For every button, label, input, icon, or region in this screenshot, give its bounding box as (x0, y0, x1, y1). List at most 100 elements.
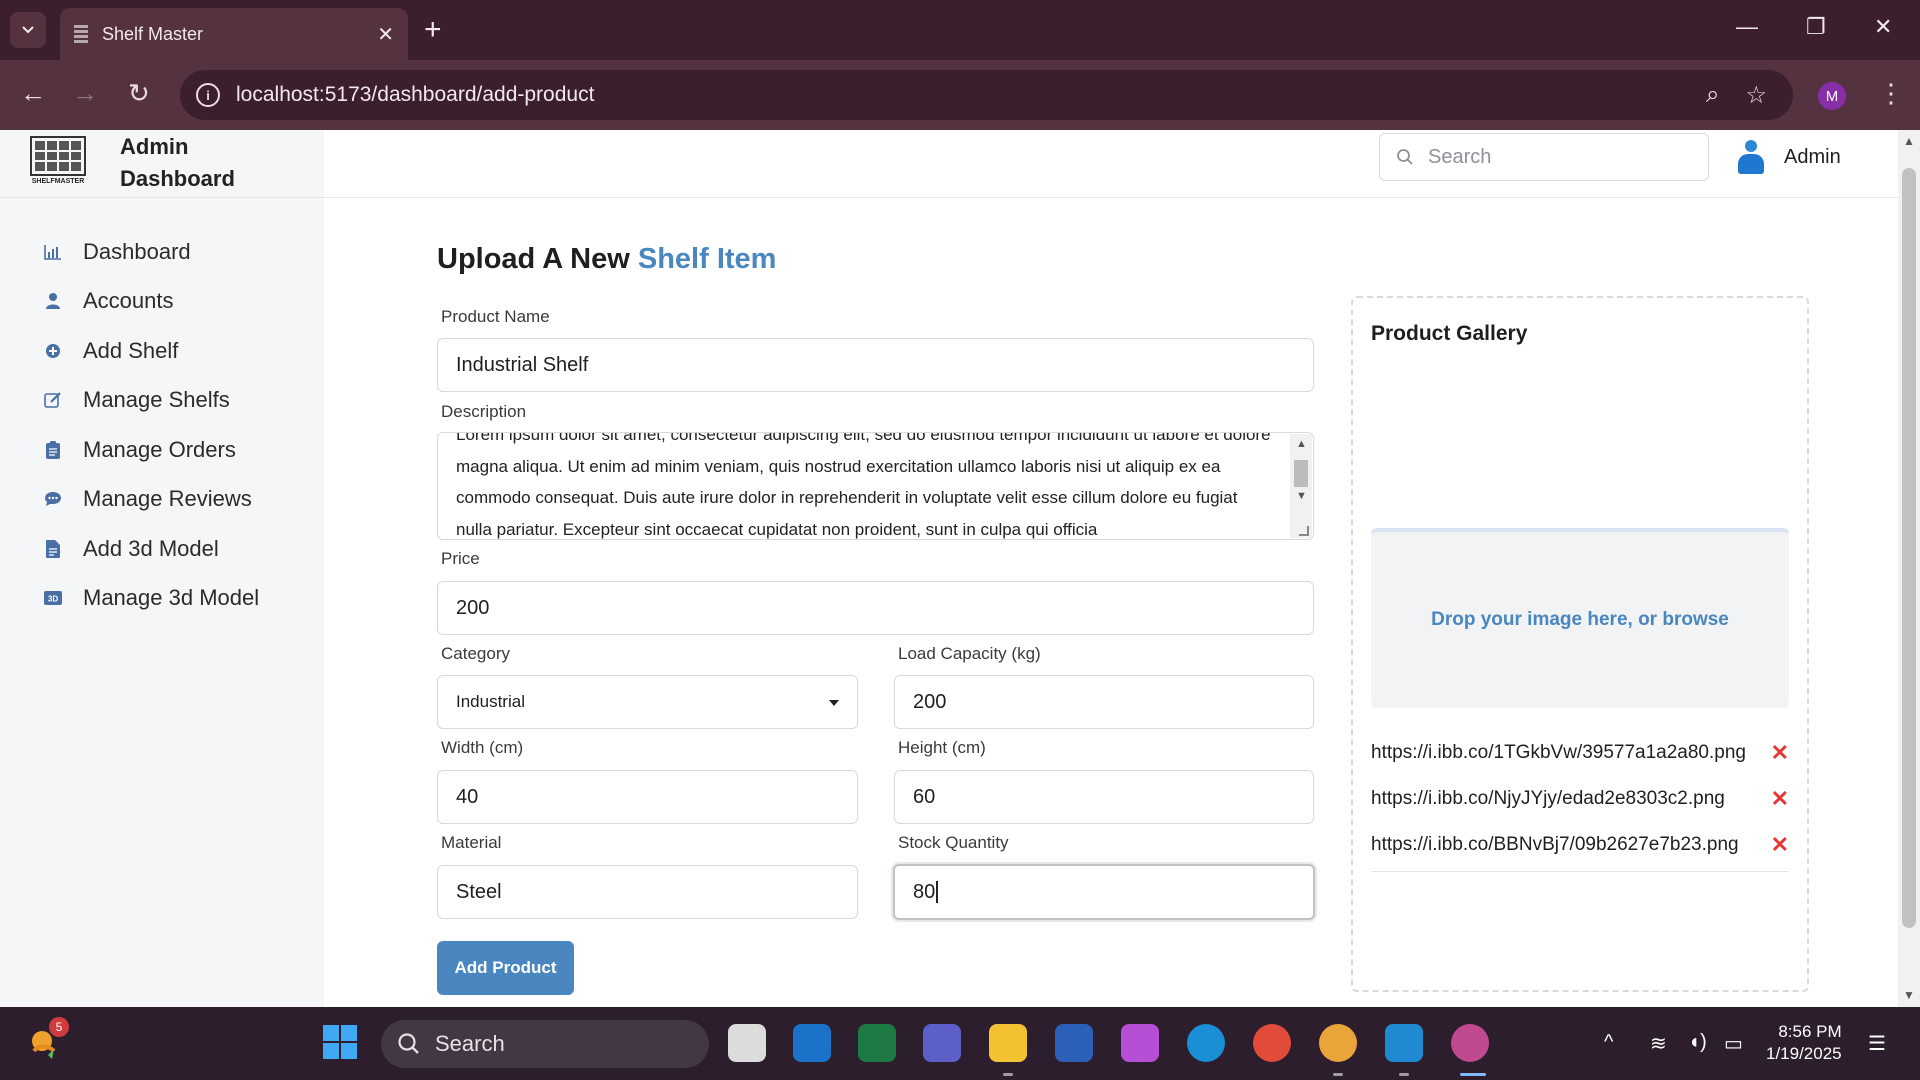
sidebar-menu: Dashboard Accounts Add Shelf Manage Shel… (44, 227, 259, 623)
image-url: https://i.ibb.co/BBNvBj7/09b2627e7b23.pn… (1371, 834, 1739, 855)
load-capacity-input[interactable]: 200 (894, 675, 1314, 729)
tab-title: Shelf Master (102, 23, 204, 44)
product-name-input[interactable]: Industrial Shelf (437, 338, 1314, 392)
back-button[interactable]: ← (20, 78, 46, 108)
battery-icon[interactable]: ▭ (1724, 1031, 1743, 1056)
sidebar-item-label: Manage Reviews (83, 486, 252, 512)
taskbar: 5 Search ^ ≋ ◖) ▭ 8:56 PM 1/19/2025 ☰ (0, 1007, 1920, 1080)
description-text: Lorem ipsum dolor sit amet, consectetur … (456, 432, 1271, 539)
volume-icon[interactable]: ◖) (1688, 1031, 1707, 1054)
price-label: Price (441, 549, 480, 568)
resize-handle-icon[interactable] (1299, 526, 1309, 536)
wifi-icon[interactable]: ≋ (1650, 1031, 1667, 1056)
excel-icon[interactable] (858, 1024, 896, 1062)
stock-quantity-label: Stock Quantity (898, 833, 1009, 852)
user-avatar-icon (1736, 140, 1766, 174)
reload-button[interactable]: ↻ (128, 78, 150, 108)
outlook-icon[interactable] (793, 1024, 831, 1062)
bookmark-star-icon[interactable]: ☆ (1745, 81, 1767, 110)
user-icon (44, 292, 62, 310)
material-input[interactable]: Steel (437, 865, 858, 919)
width-label: Width (cm) (441, 738, 524, 757)
search-icon (1397, 149, 1413, 165)
address-bar[interactable]: i localhost:5173/dashboard/add-product ⌕… (180, 70, 1793, 120)
sidebar-item-add-3d-model[interactable]: Add 3d Model (44, 524, 259, 574)
page-title: Upload A New Shelf Item (437, 243, 776, 276)
brand: SHELFMASTER Admin Dashboard (26, 130, 250, 196)
chrome-active-icon[interactable] (1451, 1024, 1489, 1062)
zoom-icon[interactable]: ⌕ (1706, 81, 1719, 109)
textarea-scrollbar[interactable]: ▲ ▼ (1290, 434, 1312, 538)
scrollbar-thumb[interactable] (1902, 168, 1916, 928)
width-input[interactable]: 40 (437, 770, 858, 824)
price-value: 200 (456, 596, 490, 619)
sidebar-item-manage-reviews[interactable]: Manage Reviews (44, 475, 259, 525)
sidebar-item-add-shelf[interactable]: Add Shelf (44, 326, 259, 376)
chrome-profile-icon[interactable] (1319, 1024, 1357, 1062)
image-dropzone[interactable]: Drop your image here, or browse (1371, 528, 1789, 708)
scroll-down-icon[interactable]: ▼ (1296, 490, 1307, 502)
remove-image-icon[interactable]: ✕ (1771, 740, 1789, 766)
page-scrollbar[interactable]: ▲ ▼ (1898, 130, 1920, 1007)
taskbar-search[interactable]: Search (381, 1020, 709, 1068)
file-explorer-icon[interactable] (989, 1024, 1027, 1062)
scroll-up-icon[interactable]: ▲ (1903, 134, 1915, 148)
edit-icon (44, 391, 62, 409)
search-icon (398, 1033, 419, 1054)
site-info-icon[interactable]: i (196, 83, 220, 107)
clock-time: 8:56 PM (1778, 1022, 1842, 1041)
tab-search-button[interactable] (10, 12, 46, 48)
scroll-down-icon[interactable]: ▼ (1903, 988, 1915, 1002)
shelfmaster-logo: SHELFMASTER (26, 136, 90, 190)
browser-tab[interactable]: Shelf Master ✕ (60, 8, 408, 60)
running-indicator (1003, 1073, 1013, 1076)
height-input[interactable]: 60 (894, 770, 1314, 824)
new-tab-button[interactable]: + (424, 14, 442, 46)
add-product-button[interactable]: Add Product (437, 941, 574, 995)
windows-start-icon[interactable] (322, 1024, 360, 1062)
teams-icon[interactable] (923, 1024, 961, 1062)
sidebar-item-manage-orders[interactable]: Manage Orders (44, 425, 259, 475)
minimize-button[interactable]: — (1736, 14, 1758, 40)
stock-quantity-input[interactable]: 80 (893, 864, 1315, 920)
tab-close-icon[interactable]: ✕ (377, 22, 394, 47)
copilot-icon[interactable] (1121, 1024, 1159, 1062)
task-view-icon[interactable] (728, 1024, 766, 1062)
profile-avatar[interactable]: M (1818, 82, 1846, 110)
edge-icon[interactable] (1187, 1024, 1225, 1062)
close-window-button[interactable]: ✕ (1874, 14, 1892, 40)
chevron-down-icon (22, 26, 34, 34)
description-textarea[interactable]: Lorem ipsum dolor sit amet, consectetur … (437, 432, 1314, 540)
sidebar-item-accounts[interactable]: Accounts (44, 277, 259, 327)
remove-image-icon[interactable]: ✕ (1771, 832, 1789, 858)
chat-icon (44, 490, 62, 508)
chrome-icon[interactable] (1253, 1024, 1291, 1062)
chevron-up-icon[interactable]: ^ (1604, 1031, 1613, 1054)
active-indicator (1460, 1073, 1486, 1076)
word-icon[interactable] (1055, 1024, 1093, 1062)
shelf-favicon-icon (74, 25, 88, 43)
browser-menu-icon[interactable]: ⋮ (1878, 78, 1904, 109)
forward-button[interactable]: → (72, 78, 98, 108)
sidebar-item-manage-shelfs[interactable]: Manage Shelfs (44, 376, 259, 426)
image-url: https://i.ibb.co/NjyJYjy/edad2e8303c2.pn… (1371, 788, 1725, 809)
user-menu[interactable]: Admin (1736, 140, 1841, 174)
scroll-up-icon[interactable]: ▲ (1296, 438, 1307, 450)
remove-image-icon[interactable]: ✕ (1771, 786, 1789, 812)
list-item: https://i.ibb.co/1TGkbVw/39577a1a2a80.pn… (1371, 730, 1789, 776)
scrollbar-thumb[interactable] (1294, 460, 1308, 487)
system-clock[interactable]: 8:56 PM 1/19/2025 (1766, 1021, 1842, 1065)
category-select[interactable]: Industrial (437, 675, 858, 729)
notifications-icon[interactable]: ☰ (1868, 1031, 1886, 1056)
url-text[interactable]: localhost:5173/dashboard/add-product (236, 83, 1706, 107)
search-input[interactable]: Search (1379, 133, 1709, 181)
product-gallery: Product Gallery Drop your image here, or… (1351, 296, 1809, 992)
sidebar-item-manage-3d-model[interactable]: 3D Manage 3d Model (44, 574, 259, 624)
bar-chart-icon (44, 243, 62, 261)
sidebar-item-dashboard[interactable]: Dashboard (44, 227, 259, 277)
restore-button[interactable]: ❐ (1806, 14, 1826, 40)
vscode-icon[interactable] (1385, 1024, 1423, 1062)
price-input[interactable]: 200 (437, 581, 1314, 635)
notification-badge: 5 (49, 1017, 69, 1037)
browser-toolbar: ← → ↻ i localhost:5173/dashboard/add-pro… (0, 60, 1920, 130)
